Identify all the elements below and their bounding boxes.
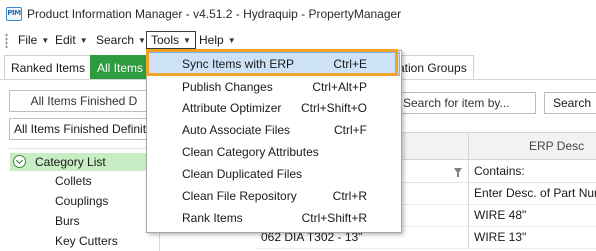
menu-item-rank-items[interactable]: Rank Items Ctrl+Shift+R (149, 207, 399, 229)
view-dropdown[interactable]: All Items Finished D (9, 90, 159, 112)
menu-tools[interactable]: Tools ▼ (146, 31, 196, 49)
tab-all-items[interactable]: All Items (90, 55, 151, 79)
category-list-node[interactable]: Category List (10, 153, 160, 171)
item-search-box[interactable] (396, 92, 536, 114)
menu-file[interactable]: File ▼ (14, 31, 53, 49)
table-cell: WIRE 48" (474, 208, 527, 222)
title-bar: PIM Product Information Manager - v4.51.… (0, 0, 596, 28)
menu-item-label: Sync Items with ERP (182, 57, 295, 71)
menu-item-publish-changes[interactable]: Publish Changes Ctrl+Alt+P (149, 76, 399, 98)
menu-edit-label: Edit (55, 33, 76, 47)
item-search-input[interactable] (397, 93, 535, 113)
left-panel: All Items Finished D All Items Finished … (0, 80, 160, 251)
column-header-erp-desc[interactable]: ERP Desc (469, 133, 596, 159)
chevron-down-icon: ▼ (138, 36, 146, 45)
window-title: Product Information Manager - v4.51.2 - … (27, 7, 402, 21)
menu-item-clean-file-repository[interactable]: Clean File Repository Ctrl+R (149, 185, 399, 207)
app-logo-icon: PIM (6, 7, 22, 21)
menu-help[interactable]: Help ▼ (195, 31, 240, 49)
table-cell: WIRE 13" (474, 230, 527, 244)
table-cell: Enter Desc. of Part Num (474, 186, 596, 200)
menu-item-clean-category-attributes[interactable]: Clean Category Attributes (149, 141, 399, 163)
menu-help-label: Help (199, 33, 224, 47)
tab-item-groups[interactable]: ation Groups (392, 55, 474, 79)
filter-cell-erp-desc[interactable]: Contains: (469, 161, 596, 182)
menu-item-auto-associate-files[interactable]: Auto Associate Files Ctrl+F (149, 119, 399, 141)
definition-filter-input[interactable]: All Items Finished Definiti (9, 118, 160, 140)
menu-item-label: Clean Duplicated Files (182, 167, 303, 181)
category-item-key-cutters[interactable]: Key Cutters (55, 233, 118, 249)
menu-item-shortcut: Ctrl+F (334, 123, 367, 137)
menu-tools-label: Tools (151, 33, 180, 47)
menu-item-shortcut: Ctrl+E (333, 57, 367, 71)
menu-item-label: Auto Associate Files (182, 123, 291, 137)
category-item-couplings[interactable]: Couplings (55, 193, 108, 209)
filter-icon[interactable] (454, 168, 462, 177)
menu-search[interactable]: Search ▼ (92, 31, 150, 49)
chevron-down-icon: ▼ (183, 36, 191, 45)
menu-item-label: Attribute Optimizer (182, 101, 282, 115)
chevron-down-icon: ▼ (41, 36, 50, 45)
category-item-collets[interactable]: Collets (55, 173, 92, 189)
menu-edit[interactable]: Edit ▼ (51, 31, 92, 49)
menu-item-clean-duplicated-files[interactable]: Clean Duplicated Files (149, 163, 399, 185)
divider (9, 148, 160, 149)
menu-item-label: Clean Category Attributes (182, 145, 319, 159)
menu-item-shortcut: Ctrl+Shift+O (300, 101, 367, 115)
menu-item-shortcut: Ctrl+R (332, 189, 367, 203)
menu-file-label: File (18, 33, 38, 47)
tab-ranked-items[interactable]: Ranked Items (4, 55, 93, 79)
menu-item-label: Clean File Repository (182, 189, 297, 203)
menubar-grip-icon[interactable] (5, 33, 8, 48)
menu-item-sync-items-erp[interactable]: Sync Items with ERP Ctrl+E (148, 52, 400, 76)
chevron-down-icon: ▼ (227, 36, 236, 45)
chevron-down-icon: ▼ (79, 36, 88, 45)
menu-item-label: Rank Items (182, 211, 243, 225)
category-item-burs[interactable]: Burs (55, 213, 80, 229)
collapse-toggle-icon[interactable] (13, 155, 26, 168)
app-logo-text: PIM (7, 9, 21, 17)
category-list-label: Category List (35, 155, 106, 169)
menu-search-label: Search (96, 33, 135, 47)
menu-item-shortcut: Ctrl+Alt+P (312, 80, 367, 94)
tools-dropdown-menu: Sync Items with ERP Ctrl+E Publish Chang… (146, 50, 402, 233)
menu-item-shortcut: Ctrl+Shift+R (301, 211, 367, 225)
search-button[interactable]: Search (544, 92, 596, 114)
menu-item-label: Publish Changes (182, 80, 273, 94)
menu-item-attribute-optimizer[interactable]: Attribute Optimizer Ctrl+Shift+O (149, 97, 399, 119)
menu-bar: File ▼ Edit ▼ Search ▼ Tools ▼ Help ▼ (0, 28, 596, 52)
